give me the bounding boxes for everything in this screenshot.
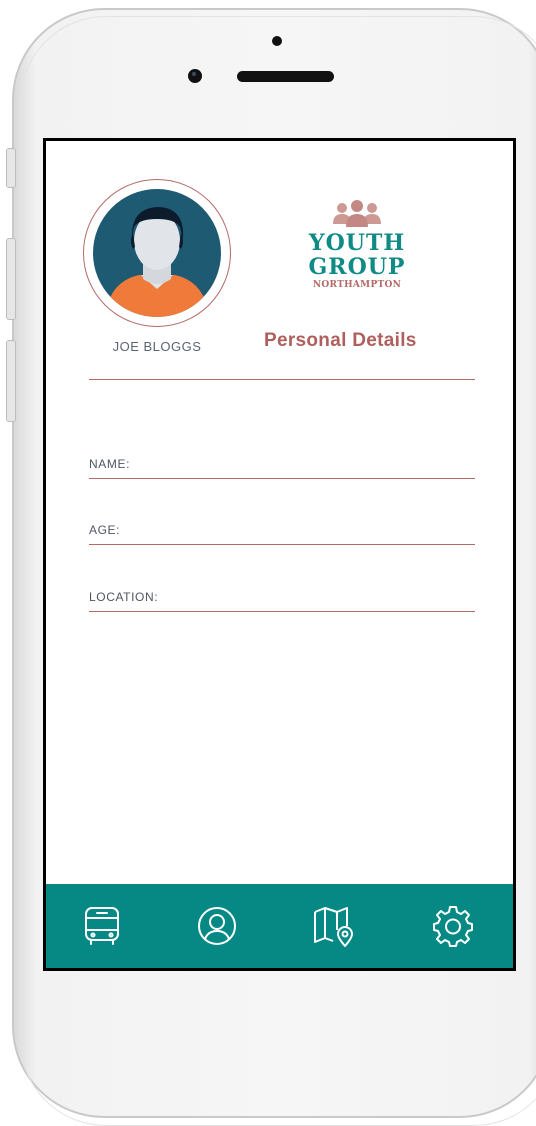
earpiece-speaker (237, 71, 334, 82)
app-screen: JOE BLOGGS YOUTH GROUP NORTHAMPTON Perso… (43, 138, 516, 971)
tab-profile[interactable] (195, 904, 239, 948)
page-title: Personal Details (264, 330, 417, 351)
person-silhouette-icon (107, 207, 207, 317)
front-camera-icon (188, 69, 202, 83)
tab-map[interactable] (311, 904, 355, 948)
settings-icon (433, 906, 473, 947)
logo-line-3: NORTHAMPTON (312, 280, 402, 290)
name-field-label: NAME: (89, 457, 131, 471)
age-field[interactable] (89, 544, 475, 545)
location-field[interactable] (89, 611, 475, 612)
mute-switch (6, 148, 16, 188)
map-icon (314, 907, 353, 947)
age-field-label: AGE: (89, 523, 121, 537)
name-field[interactable] (89, 478, 475, 479)
user-icon (198, 907, 236, 945)
header-divider (89, 379, 475, 380)
tab-settings[interactable] (431, 904, 475, 948)
volume-down-button (6, 340, 16, 422)
youth-group-logo: YOUTH GROUP NORTHAMPTON (282, 199, 432, 290)
tab-bus[interactable] (80, 904, 124, 948)
bottom-tab-bar (46, 884, 513, 968)
logo-line-2: GROUP (308, 254, 406, 280)
logo-line-1: YOUTH (308, 230, 406, 256)
location-field-label: LOCATION: (89, 590, 159, 604)
proximity-sensor (272, 36, 282, 46)
group-people-icon (333, 200, 381, 227)
avatar-image (93, 189, 221, 317)
bus-icon (85, 907, 119, 945)
volume-up-button (6, 238, 16, 320)
user-name: JOE BLOGGS (112, 339, 202, 354)
avatar[interactable] (83, 179, 231, 327)
